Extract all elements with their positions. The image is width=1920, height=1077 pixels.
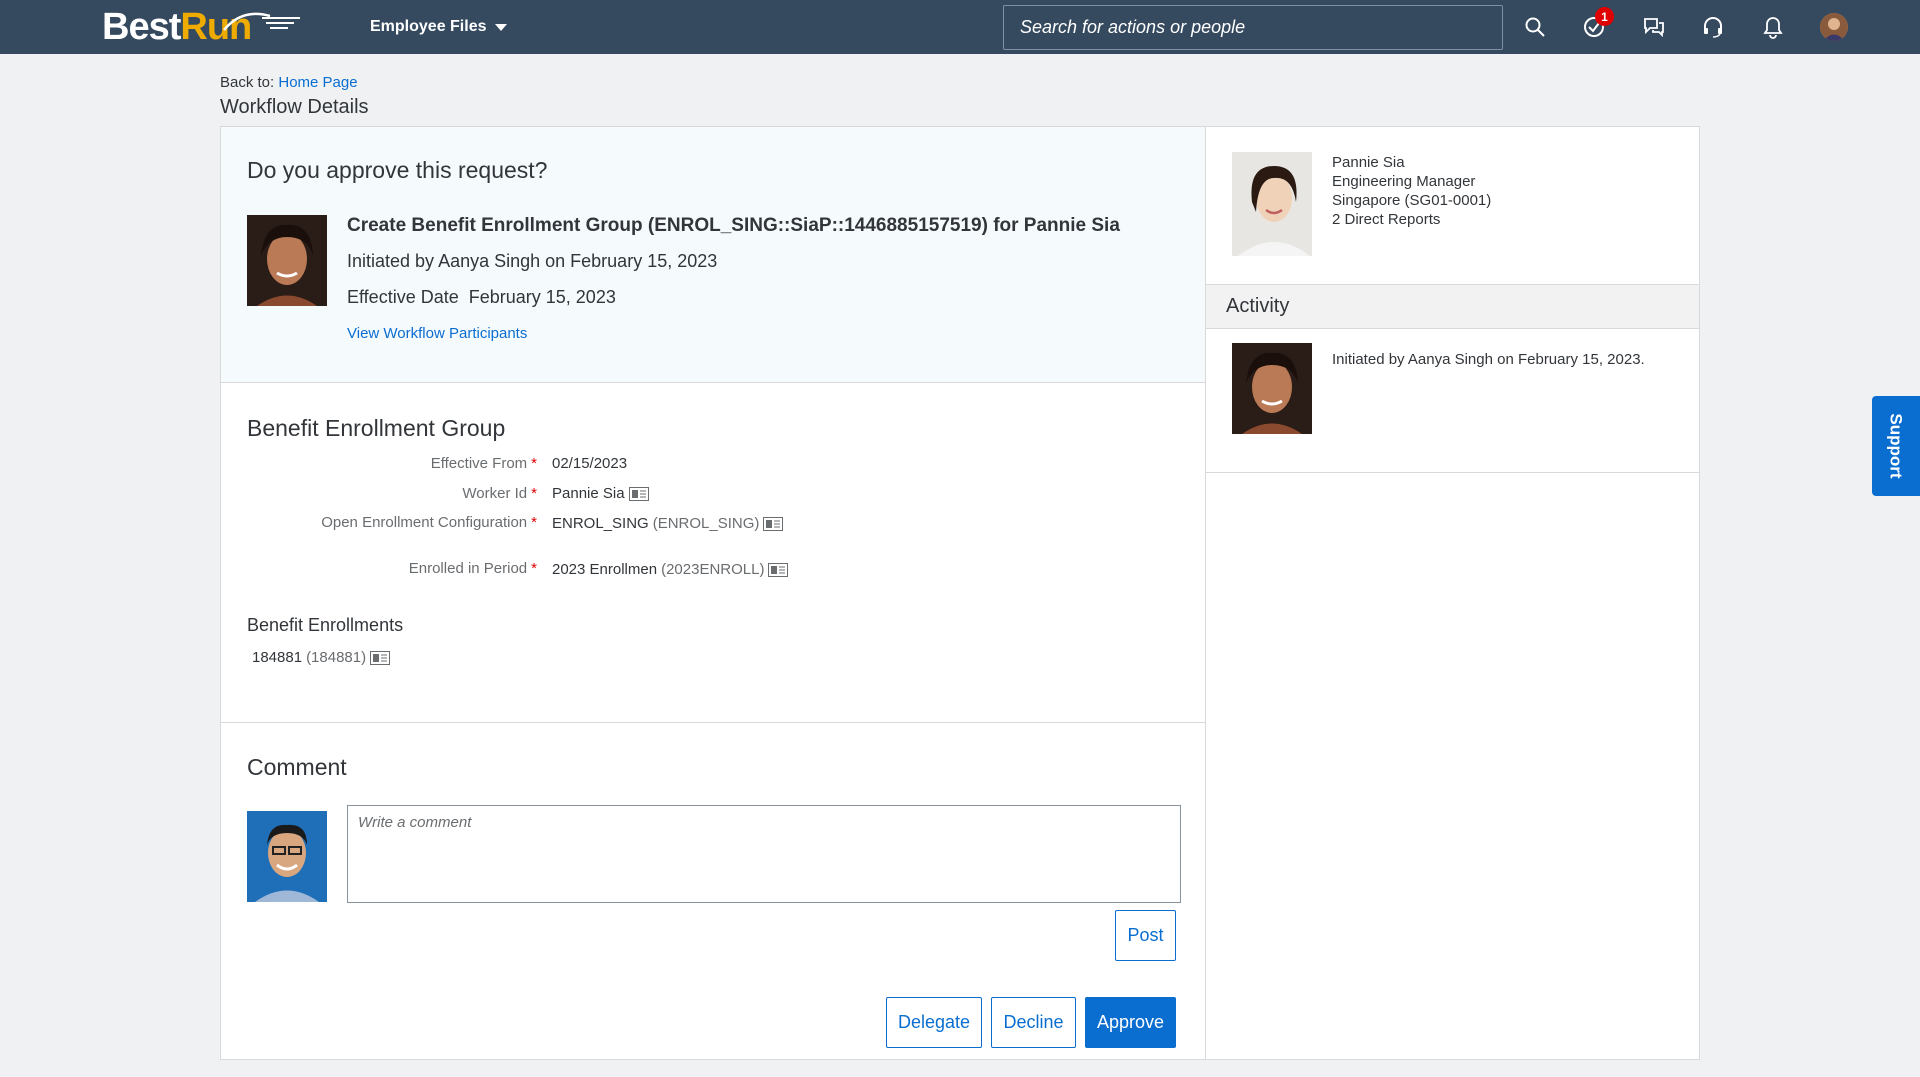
delegate-button[interactable]: Delegate xyxy=(886,997,982,1048)
logo-swoosh-icon xyxy=(223,12,300,31)
request-effective-line: Effective Date February 15, 2023 xyxy=(347,287,616,308)
field-value-text: ENROL_SING xyxy=(552,515,649,532)
enrollment-code: (184881) xyxy=(306,649,367,666)
user-avatar[interactable] xyxy=(1820,13,1848,41)
field-label-enrolled-in-period: Enrolled in Period * xyxy=(409,560,537,577)
field-value-text: 2023 Enrollmen xyxy=(552,561,658,578)
comment-title: Comment xyxy=(247,754,347,780)
search-input[interactable] xyxy=(1018,16,1488,39)
bestrun-logo[interactable]: Best Run xyxy=(102,6,302,48)
subject-name-link[interactable]: Pannie Sia xyxy=(1332,154,1405,171)
benefit-enrollment-value: 184881 (184881) xyxy=(252,649,391,666)
comment-textarea[interactable] xyxy=(356,812,1172,896)
field-value-open-enrollment-config: ENROL_SING (ENROL_SING) xyxy=(552,515,784,532)
subject-photo xyxy=(1232,152,1312,256)
search-icon[interactable] xyxy=(1520,12,1550,42)
benefit-enrollment-group-section: Benefit Enrollment Group Effective From *… xyxy=(221,383,1205,723)
field-value-worker-id: Pannie Sia xyxy=(552,485,649,502)
view-workflow-participants-link[interactable]: View Workflow Participants xyxy=(347,325,527,342)
chevron-down-icon xyxy=(494,23,507,31)
activity-header: Activity xyxy=(1206,285,1699,329)
workflow-main-card: Do you approve this request? Create Bene… xyxy=(220,126,1206,1060)
approval-request-section: Do you approve this request? Create Bene… xyxy=(221,127,1205,383)
subject-direct-reports: 2 Direct Reports xyxy=(1332,211,1441,228)
field-value-code: (ENROL_SING) xyxy=(652,515,760,532)
quickcard-icon[interactable] xyxy=(768,562,789,577)
quickcard-icon[interactable] xyxy=(763,516,784,531)
field-label-text: Worker Id xyxy=(462,485,528,502)
field-label-text: Enrolled in Period xyxy=(408,560,528,577)
field-value-effective-from: 02/15/2023 xyxy=(552,455,627,472)
workflow-side-card: Pannie Sia Engineering Manager Singapore… xyxy=(1205,126,1700,1060)
subject-role: Engineering Manager xyxy=(1332,173,1476,190)
quickcard-icon[interactable] xyxy=(628,486,649,501)
request-title: Create Benefit Enrollment Group (ENROL_S… xyxy=(347,215,1120,236)
logo-best-text: Best xyxy=(102,5,181,48)
subject-profile-section: Pannie Sia Engineering Manager Singapore… xyxy=(1206,127,1699,285)
home-page-link[interactable]: Home Page xyxy=(278,74,357,91)
page-title: Workflow Details xyxy=(220,96,369,118)
subject-location: Singapore (SG01-0001) xyxy=(1332,192,1492,209)
app-menu-employee-files[interactable]: Employee Files xyxy=(370,16,507,38)
required-marker: * xyxy=(531,560,537,577)
activity-initiator-photo xyxy=(1232,343,1312,434)
field-label-text: Open Enrollment Configuration xyxy=(321,514,528,531)
support-headset-icon[interactable] xyxy=(1698,12,1728,42)
breadcrumb: Back to: Home Page xyxy=(220,74,358,91)
initiator-photo xyxy=(247,215,327,306)
back-to-prefix: Back to: xyxy=(220,74,275,91)
field-value-text: Pannie Sia xyxy=(552,485,625,502)
approval-question: Do you approve this request? xyxy=(247,157,548,183)
field-value-enrolled-in-period: 2023 Enrollmen (2023ENROLL) xyxy=(552,561,789,578)
field-label-worker-id: Worker Id * xyxy=(462,485,537,502)
approve-button[interactable]: Approve xyxy=(1085,997,1176,1048)
messages-icon[interactable] xyxy=(1639,12,1669,42)
field-label-effective-from: Effective From * xyxy=(431,455,537,472)
support-tab-button[interactable]: Support xyxy=(1872,396,1920,496)
required-marker: * xyxy=(531,485,537,502)
field-value-text: 02/15/2023 xyxy=(552,455,628,472)
field-label-text: Effective From xyxy=(430,455,528,472)
comment-box[interactable] xyxy=(347,805,1181,903)
notification-bell-icon[interactable] xyxy=(1758,12,1788,42)
enrollment-id-text: 184881 xyxy=(252,649,303,666)
commenter-photo xyxy=(247,811,327,902)
field-label-open-enrollment-config: Open Enrollment Configuration * xyxy=(321,514,537,531)
benefit-enrollments-title: Benefit Enrollments xyxy=(247,615,404,635)
required-marker: * xyxy=(531,514,537,531)
todo-check-icon[interactable]: 1 xyxy=(1579,7,1614,42)
app-menu-label: Employee Files xyxy=(370,18,487,35)
field-value-code: (2023ENROLL) xyxy=(661,561,765,578)
quickcard-icon[interactable] xyxy=(370,650,391,665)
support-tab-label: Support xyxy=(1887,413,1906,479)
decline-button[interactable]: Decline xyxy=(991,997,1076,1048)
required-marker: * xyxy=(531,455,537,472)
shell-bar: BestRun Employee Files 1 xyxy=(0,0,1920,54)
global-search-box[interactable] xyxy=(1003,5,1503,50)
effective-date-label: Effective Date xyxy=(347,287,459,307)
request-initiated-line: Initiated by Aanya Singh on February 15,… xyxy=(347,251,718,271)
todo-badge: 1 xyxy=(1595,7,1614,26)
effective-date-value: February 15, 2023 xyxy=(468,287,616,307)
activity-list: Initiated by Aanya Singh on February 15,… xyxy=(1206,329,1699,473)
post-button[interactable]: Post xyxy=(1115,910,1176,961)
activity-entry: Initiated by Aanya Singh on February 15,… xyxy=(1332,351,1645,368)
benefit-group-title: Benefit Enrollment Group xyxy=(247,415,506,441)
